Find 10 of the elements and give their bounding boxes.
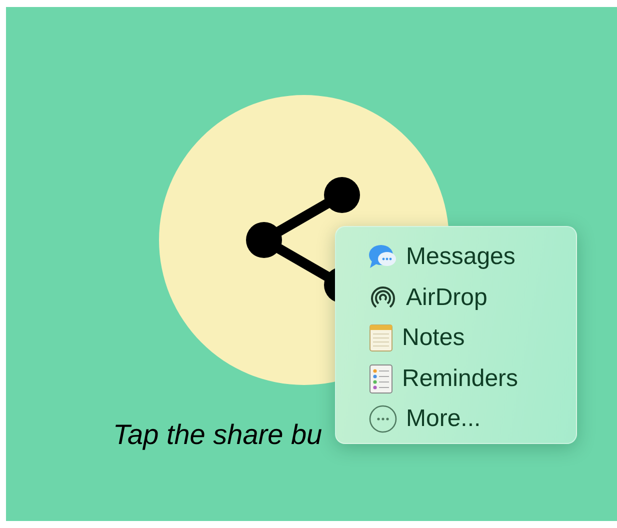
notepad-icon <box>368 323 394 354</box>
menu-item[interactable]: AirDrop <box>368 280 488 316</box>
checklist-icon <box>368 364 394 394</box>
more-icon <box>368 404 398 434</box>
menu-item[interactable]: Notes <box>368 320 465 356</box>
chat-bubble-icon <box>368 244 398 270</box>
instruction-text: Tap the share bu <box>113 419 322 451</box>
menu-item[interactable]: More... <box>368 401 481 438</box>
menu-item[interactable]: Messages <box>368 239 516 276</box>
menu-item[interactable]: Reminders <box>368 360 518 397</box>
